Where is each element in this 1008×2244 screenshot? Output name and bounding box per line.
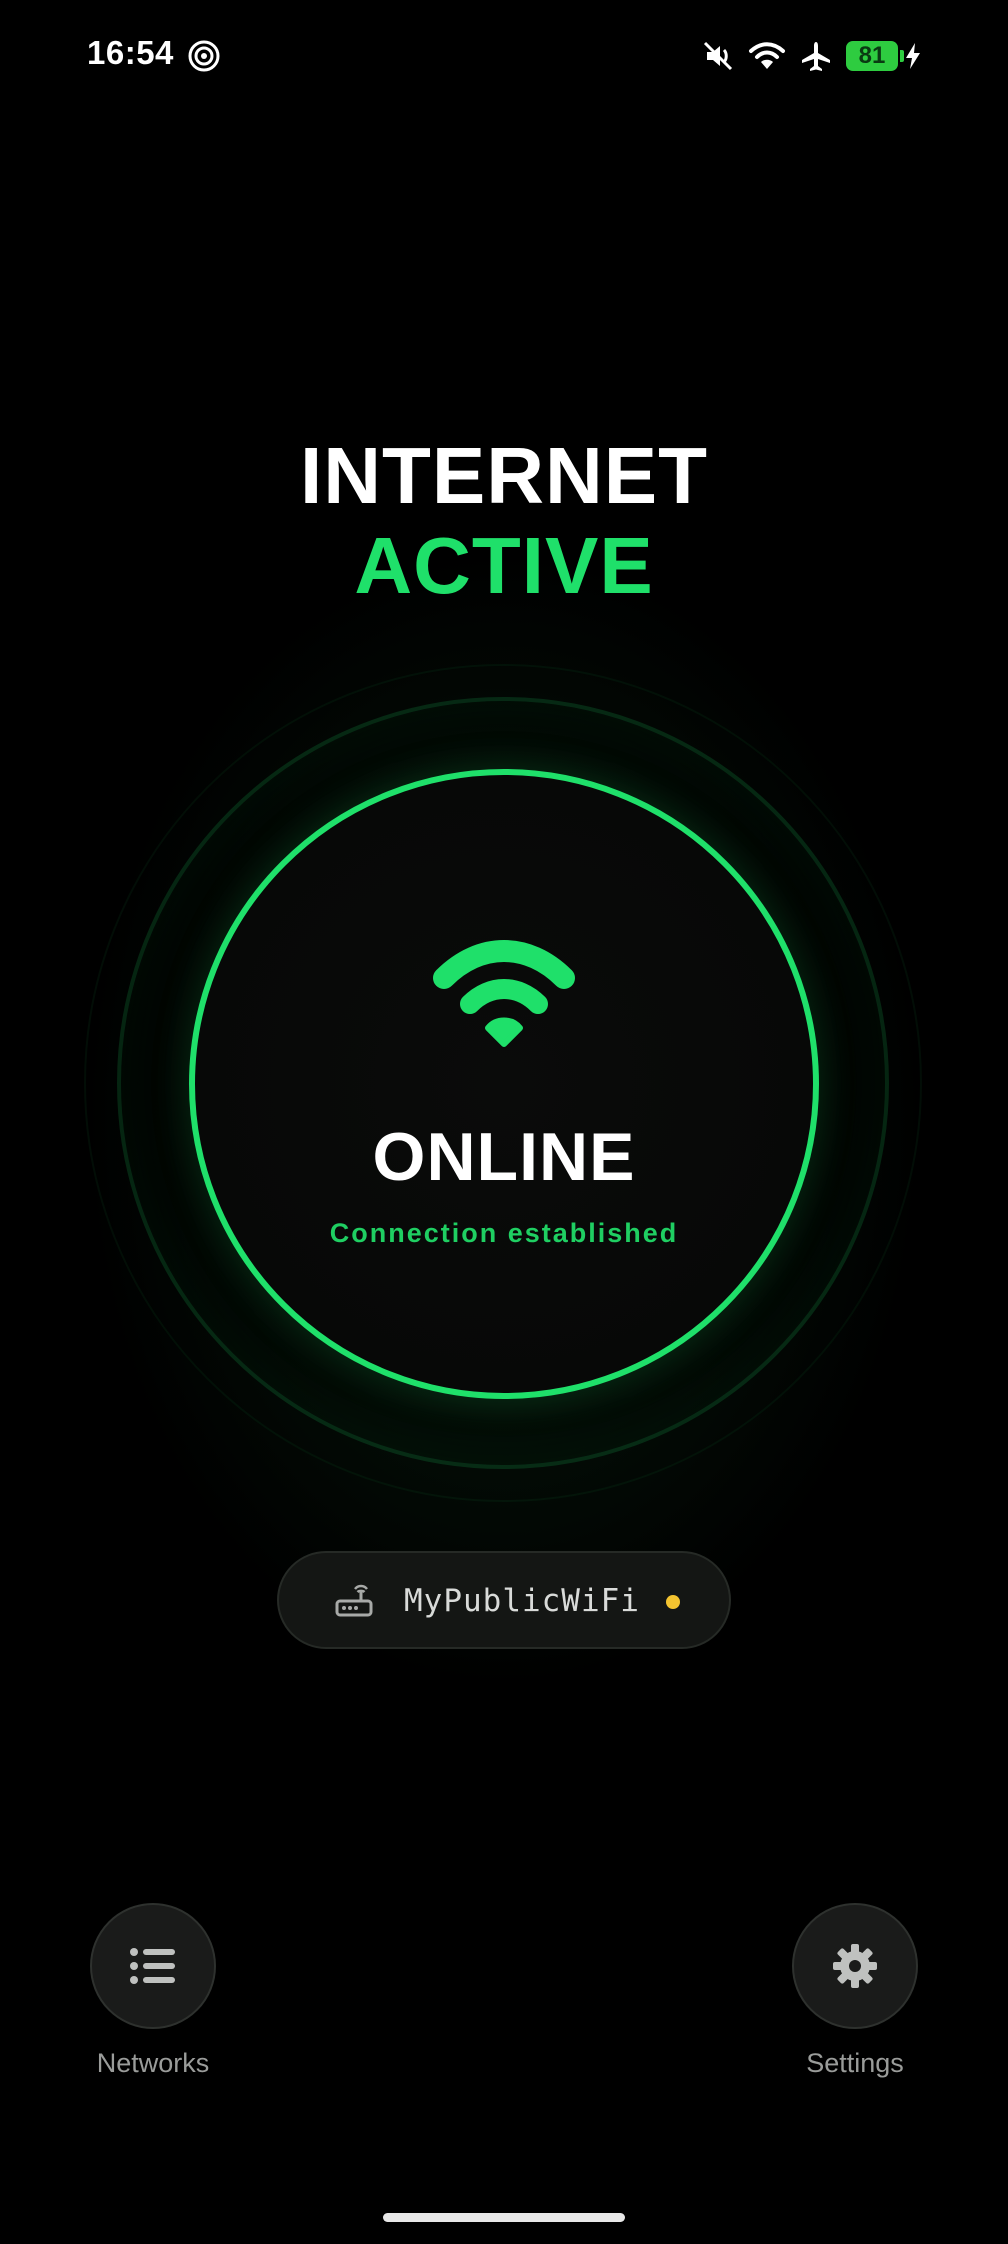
network-pill[interactable]: MyPublicWiFi xyxy=(277,1551,731,1649)
networks-button[interactable] xyxy=(90,1903,216,2029)
network-status-dot xyxy=(666,1595,680,1609)
airplane-icon xyxy=(800,40,832,72)
wifi-icon xyxy=(433,940,575,1047)
title-active: ACTIVE xyxy=(354,521,654,610)
networks-label: Networks xyxy=(96,2048,210,2078)
status-bar: 16:54 81 xyxy=(0,0,1008,112)
connection-state: ONLINE xyxy=(372,1119,636,1195)
battery-indicator: 81 xyxy=(846,41,904,71)
hotspot-icon xyxy=(188,40,220,72)
battery-level: 81 xyxy=(858,42,886,69)
network-name: MyPublicWiFi xyxy=(404,1583,640,1619)
charging-icon xyxy=(904,42,922,70)
status-time: 16:54 xyxy=(87,34,174,71)
status-circle[interactable] xyxy=(189,769,819,1399)
gear-icon xyxy=(833,1944,877,1988)
wifi-icon xyxy=(748,40,786,72)
settings-button[interactable] xyxy=(792,1903,918,2029)
router-icon xyxy=(335,1584,373,1617)
status-icons: 81 xyxy=(688,36,922,76)
list-icon xyxy=(130,1948,175,1984)
title-internet: INTERNET xyxy=(300,431,708,520)
connection-subtitle: Connection established xyxy=(329,1218,679,1248)
settings-label: Settings xyxy=(806,2048,904,2078)
mute-icon xyxy=(702,40,734,72)
home-indicator[interactable] xyxy=(383,2213,625,2222)
